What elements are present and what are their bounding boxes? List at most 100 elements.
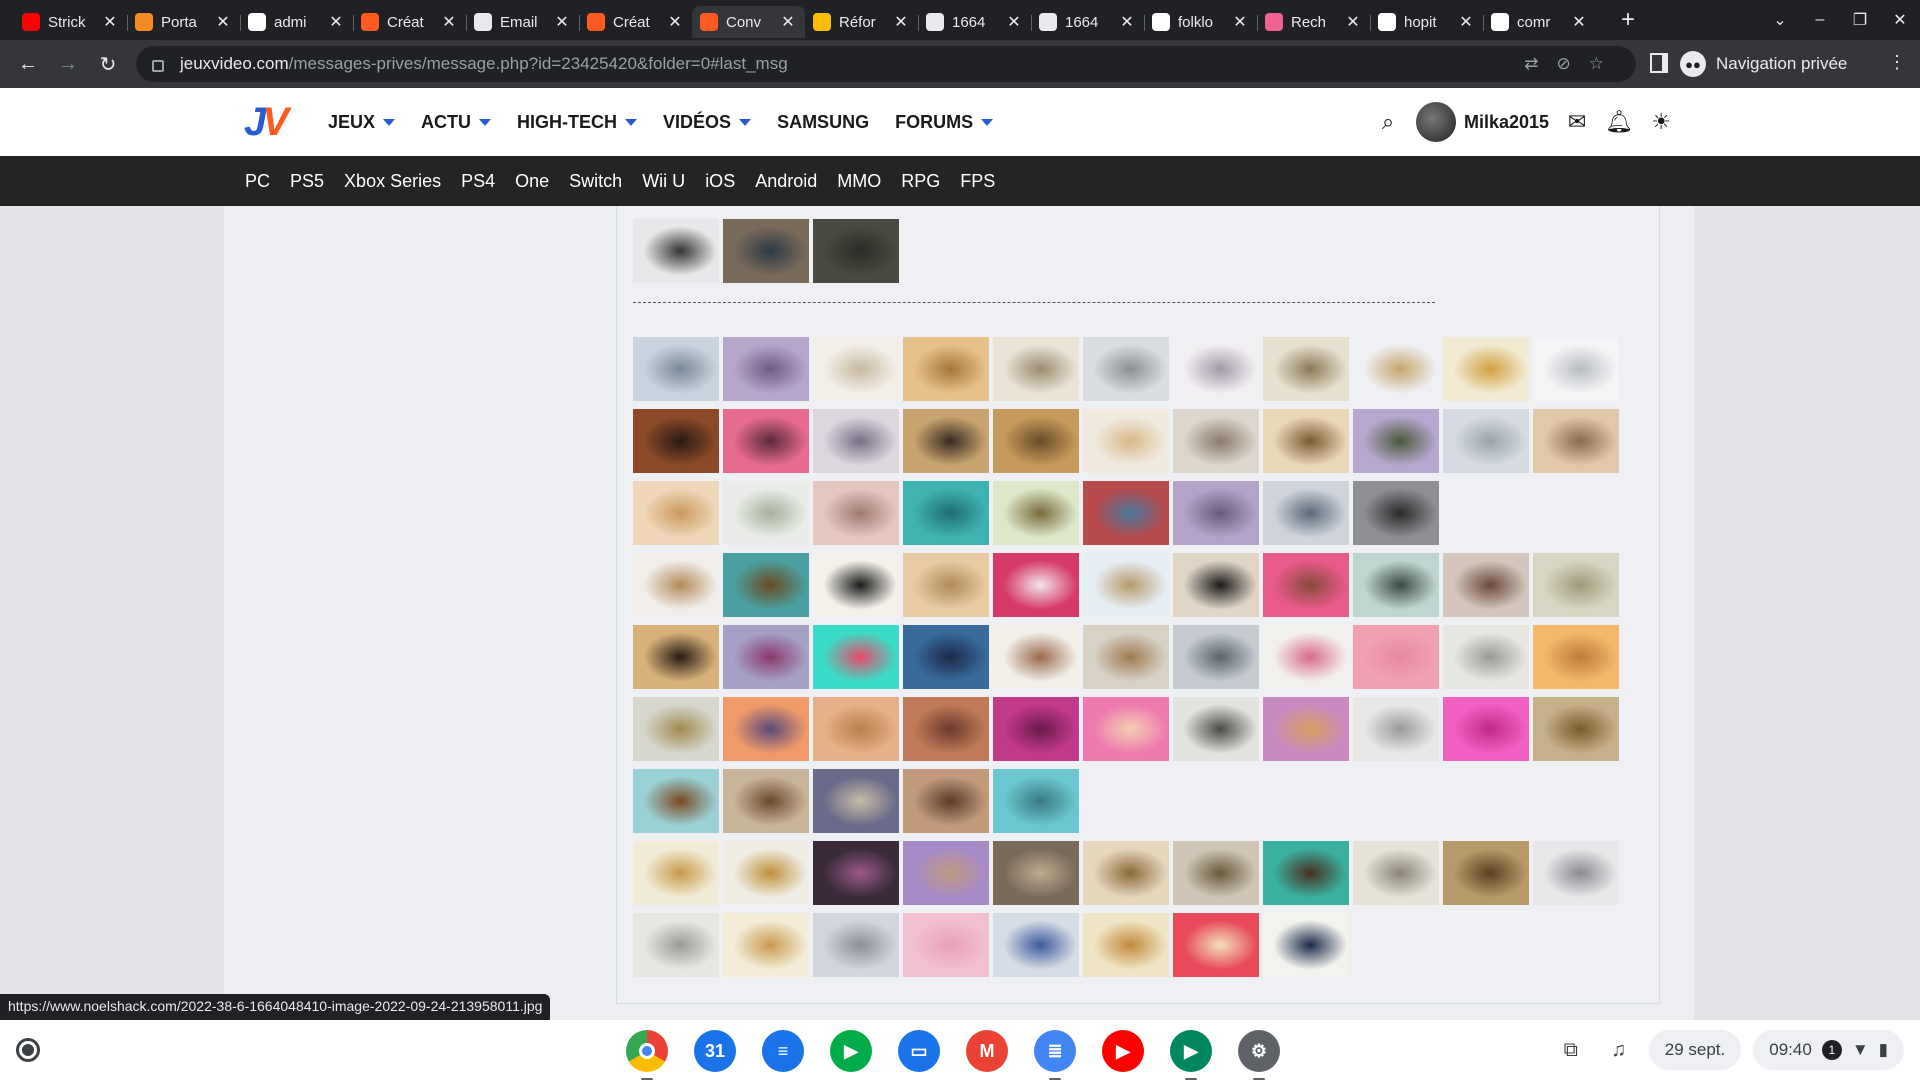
close-tab-icon[interactable]: ✕ — [779, 12, 797, 32]
image-thumbnail[interactable] — [633, 625, 719, 689]
browser-menu-icon[interactable]: ⋮ — [1888, 52, 1906, 73]
close-tab-icon[interactable]: ✕ — [666, 12, 684, 32]
close-tab-icon[interactable]: ✕ — [327, 12, 345, 32]
image-thumbnail[interactable] — [1083, 481, 1169, 545]
platform-link[interactable]: Android — [755, 171, 817, 192]
launcher-button[interactable] — [16, 1038, 40, 1062]
image-thumbnail[interactable] — [633, 553, 719, 617]
browser-tab[interactable]: Conv ✕ — [692, 6, 805, 38]
image-thumbnail[interactable] — [993, 481, 1079, 545]
image-thumbnail[interactable] — [903, 337, 989, 401]
platform-link[interactable]: PC — [245, 171, 270, 192]
close-tab-icon[interactable]: ✕ — [440, 12, 458, 32]
image-thumbnail[interactable] — [993, 553, 1079, 617]
image-thumbnail[interactable] — [813, 841, 899, 905]
image-thumbnail[interactable] — [1173, 409, 1259, 473]
close-window-button[interactable]: ✕ — [1880, 10, 1920, 30]
image-thumbnail[interactable] — [1083, 409, 1169, 473]
image-thumbnail[interactable] — [1533, 337, 1619, 401]
close-tab-icon[interactable]: ✕ — [892, 12, 910, 32]
image-thumbnail[interactable] — [813, 625, 899, 689]
image-thumbnail[interactable] — [723, 337, 809, 401]
media-controls-icon[interactable]: ♫ — [1601, 1039, 1637, 1062]
image-thumbnail[interactable] — [903, 553, 989, 617]
image-thumbnail[interactable] — [1173, 697, 1259, 761]
image-thumbnail[interactable] — [903, 625, 989, 689]
close-tab-icon[interactable]: ✕ — [1005, 12, 1023, 32]
image-thumbnail[interactable] — [633, 913, 719, 977]
image-thumbnail[interactable] — [1533, 625, 1619, 689]
side-panel-icon[interactable] — [1650, 53, 1668, 73]
platform-link[interactable]: PS4 — [461, 171, 495, 192]
image-thumbnail[interactable] — [633, 219, 719, 283]
nav-item-samsung[interactable]: SAMSUNG — [777, 112, 869, 133]
browser-tab[interactable]: Porta ✕ — [127, 6, 240, 38]
image-thumbnail[interactable] — [813, 481, 899, 545]
nav-item-actu[interactable]: ACTU — [421, 112, 492, 133]
image-thumbnail[interactable] — [813, 769, 899, 833]
nav-item-jeux[interactable]: JEUX — [328, 112, 396, 133]
image-thumbnail[interactable] — [1443, 697, 1529, 761]
close-tab-icon[interactable]: ✕ — [1118, 12, 1136, 32]
browser-tab[interactable]: 1664 ✕ — [918, 6, 1031, 38]
settings-app-icon[interactable]: ⚙ — [1238, 1030, 1280, 1080]
forward-button[interactable]: → — [48, 53, 88, 76]
image-thumbnail[interactable] — [1173, 337, 1259, 401]
image-thumbnail[interactable] — [1533, 697, 1619, 761]
platform-link[interactable]: PS5 — [290, 171, 324, 192]
jv-logo[interactable]: JV — [244, 100, 289, 145]
browser-tab[interactable]: hopit ✕ — [1370, 6, 1483, 38]
calendar-app-icon[interactable]: 31 — [694, 1030, 736, 1072]
image-thumbnail[interactable] — [1263, 553, 1349, 617]
browser-tab[interactable]: Rech ✕ — [1257, 6, 1370, 38]
image-thumbnail[interactable] — [633, 481, 719, 545]
image-thumbnail[interactable] — [1533, 553, 1619, 617]
incognito-indicator[interactable]: ●● Navigation privée — [1680, 48, 1847, 80]
image-thumbnail[interactable] — [723, 625, 809, 689]
platform-link[interactable]: Switch — [569, 171, 622, 192]
files-app-icon[interactable]: ▭ — [898, 1030, 940, 1072]
browser-tab[interactable]: Créat ✕ — [579, 6, 692, 38]
image-thumbnail[interactable] — [1083, 553, 1169, 617]
image-thumbnail[interactable] — [1173, 841, 1259, 905]
image-thumbnail[interactable] — [1353, 697, 1439, 761]
image-thumbnail[interactable] — [1263, 481, 1349, 545]
image-thumbnail[interactable] — [993, 913, 1079, 977]
docs-app-icon[interactable]: ≣ — [1034, 1030, 1076, 1080]
meet-app-icon[interactable]: ▶ — [830, 1030, 872, 1072]
image-thumbnail[interactable] — [1353, 409, 1439, 473]
image-thumbnail[interactable] — [633, 841, 719, 905]
tab-search-icon[interactable]: ⌄ — [1760, 10, 1800, 30]
platform-link[interactable]: Wii U — [642, 171, 685, 192]
status-area[interactable]: 09:40 1 ▼ ▮ — [1753, 1030, 1904, 1070]
image-thumbnail[interactable] — [1263, 841, 1349, 905]
image-thumbnail[interactable] — [723, 841, 809, 905]
image-thumbnail[interactable] — [1263, 625, 1349, 689]
youtube-app-icon[interactable]: ▶ — [1102, 1030, 1144, 1072]
image-thumbnail[interactable] — [1263, 913, 1349, 977]
image-thumbnail[interactable] — [1533, 409, 1619, 473]
image-thumbnail[interactable] — [1083, 841, 1169, 905]
close-tab-icon[interactable]: ✕ — [1344, 12, 1362, 32]
image-thumbnail[interactable] — [993, 769, 1079, 833]
image-thumbnail[interactable] — [813, 697, 899, 761]
image-thumbnail[interactable] — [1173, 625, 1259, 689]
image-thumbnail[interactable] — [903, 409, 989, 473]
reload-button[interactable]: ↻ — [88, 52, 128, 77]
image-thumbnail[interactable] — [903, 697, 989, 761]
browser-tab[interactable]: admi ✕ — [240, 6, 353, 38]
image-thumbnail[interactable] — [723, 481, 809, 545]
platform-link[interactable]: iOS — [705, 171, 735, 192]
search-icon[interactable]: ⌕ — [1374, 109, 1402, 135]
image-thumbnail[interactable] — [1173, 481, 1259, 545]
image-thumbnail[interactable] — [1173, 913, 1259, 977]
image-thumbnail[interactable] — [993, 409, 1079, 473]
image-thumbnail[interactable] — [1263, 337, 1349, 401]
browser-tab[interactable]: comr ✕ — [1483, 6, 1596, 38]
play-store-app-icon[interactable]: ▶ — [1170, 1030, 1212, 1080]
image-thumbnail[interactable] — [1353, 625, 1439, 689]
image-thumbnail[interactable] — [723, 553, 809, 617]
username[interactable]: Milka2015 — [1464, 112, 1549, 133]
image-thumbnail[interactable] — [723, 219, 809, 283]
image-thumbnail[interactable] — [1443, 409, 1529, 473]
